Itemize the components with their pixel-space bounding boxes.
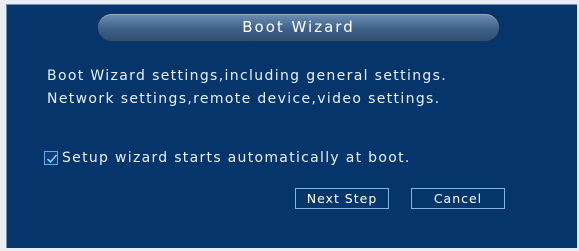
description-line-2: Network settings,remote device,video set… (47, 91, 441, 107)
title-bar: Boot Wizard (97, 13, 500, 42)
screen: Boot Wizard Boot Wizard settings,includi… (0, 0, 579, 251)
next-step-button[interactable]: Next Step (295, 188, 389, 209)
dialog-title: Boot Wizard (242, 18, 355, 36)
autostart-checkbox[interactable] (44, 151, 58, 165)
boot-wizard-dialog: Boot Wizard Boot Wizard settings,includi… (6, 4, 577, 248)
checkmark-icon (46, 154, 58, 164)
description: Boot Wizard settings,including general s… (47, 65, 447, 111)
cancel-button[interactable]: Cancel (411, 188, 505, 209)
autostart-label[interactable]: Setup wizard starts automatically at boo… (62, 150, 411, 166)
description-line-1: Boot Wizard settings,including general s… (47, 68, 448, 84)
autostart-option[interactable]: Setup wizard starts automatically at boo… (44, 148, 411, 168)
